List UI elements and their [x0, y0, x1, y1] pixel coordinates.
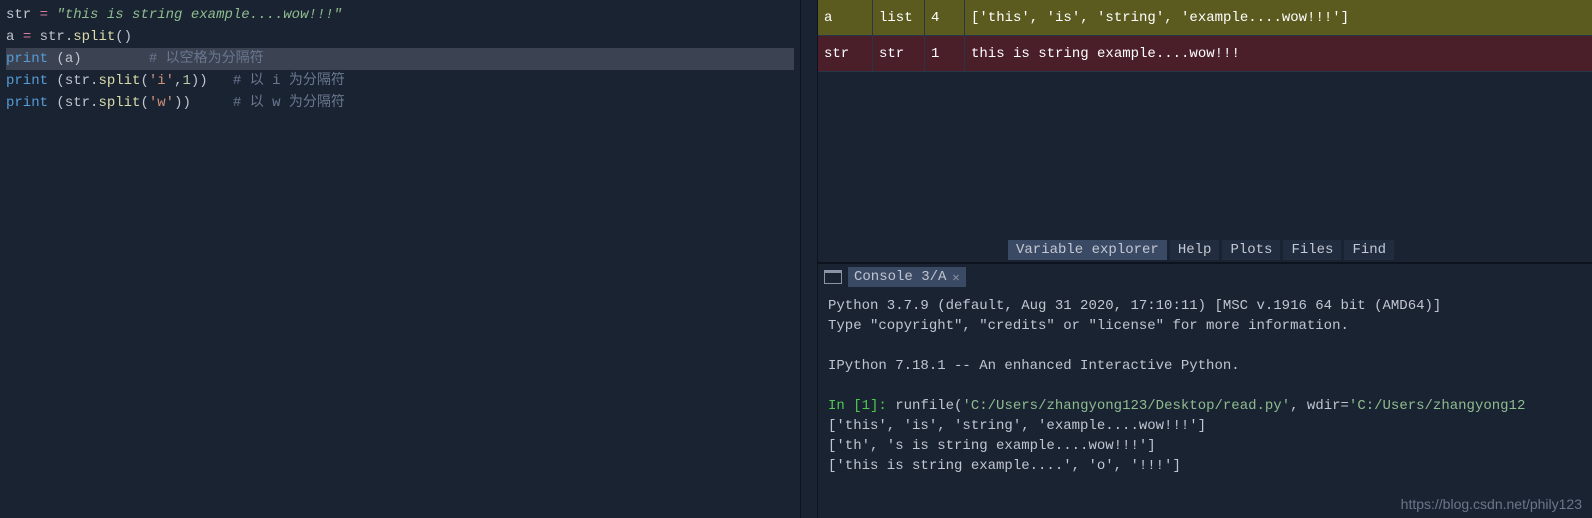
console-tab-label: Console 3/A [854, 269, 946, 285]
console-tabs: Console 3/A ✕ [818, 264, 1592, 290]
tab-files[interactable]: Files [1283, 240, 1341, 260]
console-line: ['th', 's is string example....wow!!!'] [828, 436, 1582, 456]
console-line [828, 376, 1582, 396]
console-line: Type "copyright", "credits" or "license"… [828, 316, 1582, 336]
console-line: IPython 7.18.1 -- An enhanced Interactiv… [828, 356, 1582, 376]
console-token: In [ [828, 398, 862, 414]
console-window-icon [824, 270, 842, 284]
code-line[interactable]: print (str.split('w')) # 以 w 为分隔符 [6, 92, 794, 114]
console-token: ]: [870, 398, 895, 414]
code-token: () [115, 29, 132, 45]
code-token: = [23, 29, 31, 45]
pane-tabs: Variable explorerHelpPlotsFilesFind [818, 238, 1592, 262]
code-token: "this is string example....wow!!!" [56, 7, 342, 23]
variable-cell-value: ['this', 'is', 'string', 'example....wow… [965, 0, 1592, 35]
vertical-splitter[interactable] [800, 0, 818, 518]
variable-cell-name: str [818, 36, 873, 71]
variable-cell-value: this is string example....wow!!! [965, 36, 1592, 71]
variable-explorer-pane: alist4['this', 'is', 'string', 'example.… [818, 0, 1592, 262]
variable-cell-name: a [818, 0, 873, 35]
variable-cell-type: str [873, 36, 925, 71]
tab-plots[interactable]: Plots [1222, 240, 1280, 260]
code-token: (str [48, 73, 90, 89]
variable-table[interactable]: alist4['this', 'is', 'string', 'example.… [818, 0, 1592, 238]
code-token: split [98, 73, 140, 89]
code-token: = [40, 7, 48, 23]
code-token: 'w' [149, 95, 174, 111]
console-token: ['th', 's is string example....wow!!!'] [828, 438, 1156, 454]
code-token: # 以 w 为分隔符 [233, 95, 345, 111]
code-editor[interactable]: str = "this is string example....wow!!!"… [0, 0, 800, 518]
right-panel: alist4['this', 'is', 'string', 'example.… [818, 0, 1592, 518]
code-token: str [31, 29, 65, 45]
console-line: ['this', 'is', 'string', 'example....wow… [828, 416, 1582, 436]
code-token: (str [48, 95, 90, 111]
console-output[interactable]: Python 3.7.9 (default, Aug 31 2020, 17:1… [818, 290, 1592, 518]
code-token: # 以空格为分隔符 [149, 51, 264, 67]
close-icon[interactable]: ✕ [952, 270, 959, 285]
code-token: print [6, 95, 48, 111]
code-token: ( [140, 95, 148, 111]
code-line[interactable]: print (a) # 以空格为分隔符 [6, 48, 794, 70]
code-line[interactable]: a = str.split() [6, 26, 794, 48]
code-token: # 以 i 为分隔符 [233, 73, 345, 89]
code-token: a [6, 29, 23, 45]
console-token: ['this is string example....', 'o', '!!!… [828, 458, 1181, 474]
variable-cell-type: list [873, 0, 925, 35]
code-token: print [6, 51, 48, 67]
console-pane: Console 3/A ✕ Python 3.7.9 (default, Aug… [818, 262, 1592, 518]
code-token: )) [191, 73, 233, 89]
code-token: str [6, 7, 31, 23]
console-line: Python 3.7.9 (default, Aug 31 2020, 17:1… [828, 296, 1582, 316]
code-token [31, 7, 39, 23]
code-token: )) [174, 95, 233, 111]
code-token: print [6, 73, 48, 89]
console-token: 'C:/Users/zhangyong123/Desktop/read.py' [962, 398, 1290, 414]
tab-variable-explorer[interactable]: Variable explorer [1008, 240, 1167, 260]
code-line[interactable]: str = "this is string example....wow!!!" [6, 4, 794, 26]
code-token: 'i' [149, 73, 174, 89]
code-token: (a) [48, 51, 149, 67]
console-token: Python 3.7.9 (default, Aug 31 2020, 17:1… [828, 298, 1441, 314]
console-line: In [1]: runfile('C:/Users/zhangyong123/D… [828, 396, 1582, 416]
variable-cell-size: 4 [925, 0, 965, 35]
console-token: , wdir= [1290, 398, 1349, 414]
variable-row[interactable]: alist4['this', 'is', 'string', 'example.… [818, 0, 1592, 36]
tab-find[interactable]: Find [1344, 240, 1394, 260]
code-line[interactable]: print (str.split('i',1)) # 以 i 为分隔符 [6, 70, 794, 92]
code-token: ( [140, 73, 148, 89]
console-token: 1 [862, 398, 870, 414]
console-token: Type "copyright", "credits" or "license"… [828, 318, 1349, 334]
console-token: IPython 7.18.1 -- An enhanced Interactiv… [828, 358, 1240, 374]
code-token: 1 [182, 73, 190, 89]
console-token: runfile( [895, 398, 962, 414]
watermark: https://blog.csdn.net/phily123 [1401, 496, 1582, 512]
tab-help[interactable]: Help [1170, 240, 1220, 260]
console-token: ['this', 'is', 'string', 'example....wow… [828, 418, 1206, 434]
code-token: split [98, 95, 140, 111]
variable-row[interactable]: strstr1this is string example....wow!!! [818, 36, 1592, 72]
code-token: . [65, 29, 73, 45]
console-tab[interactable]: Console 3/A ✕ [848, 267, 966, 287]
variable-cell-size: 1 [925, 36, 965, 71]
code-token: split [73, 29, 115, 45]
console-line: ['this is string example....', 'o', '!!!… [828, 456, 1582, 476]
console-line [828, 336, 1582, 356]
console-token: 'C:/Users/zhangyong12 [1349, 398, 1525, 414]
